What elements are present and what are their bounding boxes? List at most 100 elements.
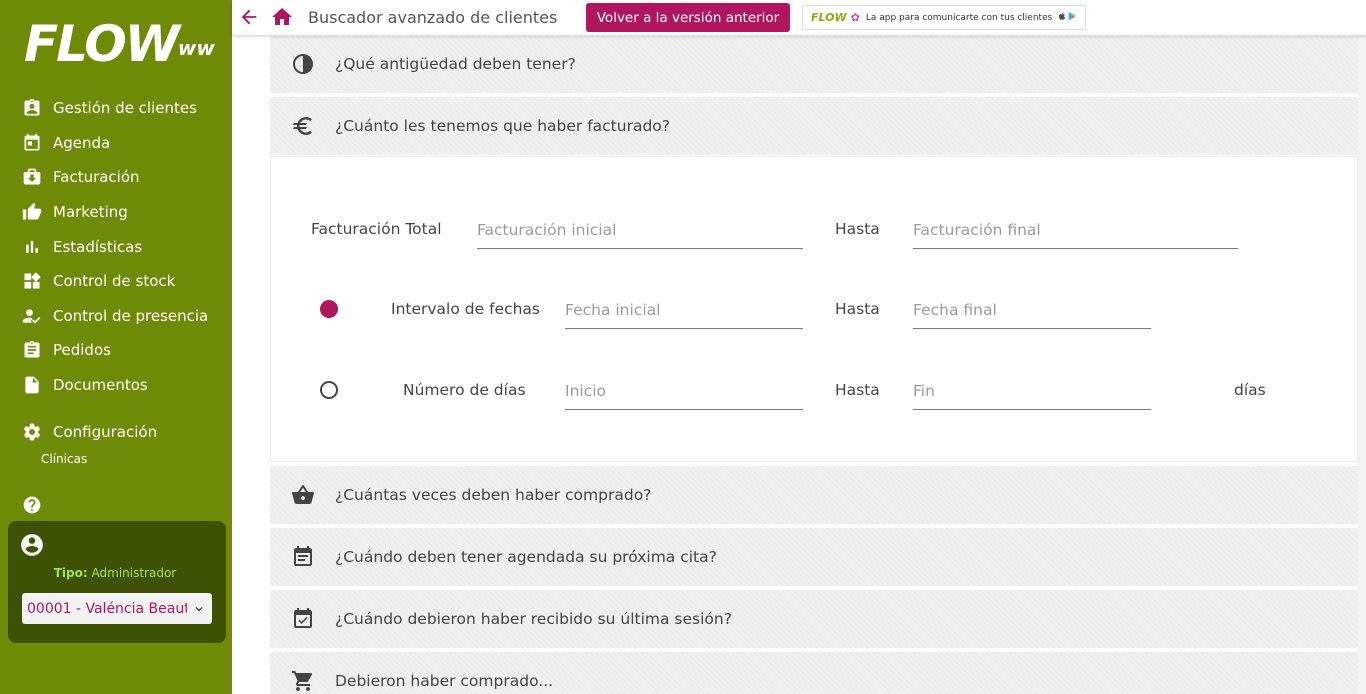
back-button[interactable] [238,6,260,28]
sidebar-item-marketing[interactable]: Marketing [0,195,232,230]
banner-text: La app para comunicarte con tus clientes [865,12,1053,23]
interval-to-field[interactable] [913,293,1151,329]
topbar: Buscador avanzado de clientes Volver a l… [232,0,1366,36]
section-title: ¿Cuánto les tenemos que haber facturado? [335,117,671,135]
banner-logo: FLOW [811,11,847,24]
sidebar-item-label: Pedidos [53,341,111,360]
avatar[interactable] [19,532,45,558]
chevron-down-icon [192,601,206,615]
home-button[interactable] [270,5,294,29]
banner-deco-icon: ✿ [850,11,860,24]
sidebar-item-facturacion[interactable]: Facturación [0,160,232,195]
interval-to-input[interactable] [913,293,1151,327]
clinic-select[interactable]: 00001 - Valéncia Beauty [22,593,212,624]
sidebar-item-label: Documentos [53,376,148,395]
sidebar-item-control-stock[interactable]: Control de stock [0,264,232,299]
sidebar: FLOWww Gestión de clientes Agenda Factur… [0,0,232,694]
sidebar-nav: Gestión de clientes Agenda Facturación M… [0,91,232,402]
main-content: ¿Qué antigüedad deben tener? ¿Cuánto les… [232,35,1366,694]
interval-from-input[interactable] [565,293,803,327]
hasta-label: Hasta [835,300,880,318]
sidebar-item-estadisticas[interactable]: Estadísticas [0,229,232,264]
days-label: Número de días [403,381,526,399]
section-antiguedad[interactable]: ¿Qué antigüedad deben tener? [270,35,1358,93]
event-note-icon [290,544,316,570]
section-comprado[interactable]: Debieron haber comprado... [270,652,1358,694]
section-title: ¿Cuántas veces deben haber comprado? [335,486,652,504]
interval-from-field[interactable] [565,293,803,329]
hasta-label: Hasta [835,220,880,238]
bar-chart-icon [26,240,38,253]
calendar-icon [24,133,40,151]
days-from-field[interactable] [565,374,803,410]
store-icons [1057,11,1077,24]
sidebar-subitem-clinicas[interactable]: Clínicas [41,452,87,466]
sidebar-item-pedidos[interactable]: Pedidos [0,333,232,368]
sidebar-config: Configuración [0,415,232,450]
person-check-icon [22,309,41,324]
sidebar-item-label: Estadísticas [53,237,143,256]
stock-grid-icon [24,272,41,289]
basket-icon [290,482,316,508]
scrollbar[interactable] [1358,36,1366,694]
total-to-field[interactable] [913,213,1238,249]
help-icon [23,496,41,514]
section-title: Debieron haber comprado... [335,672,554,690]
days-to-field[interactable] [913,374,1151,410]
total-from-field[interactable] [477,213,803,249]
user-type: Tipo: Administrador [53,566,177,580]
section-title: ¿Qué antigüedad deben tener? [335,55,576,73]
total-label: Facturación Total [311,220,442,238]
days-radio[interactable] [320,381,338,399]
sidebar-item-label: Control de presencia [53,306,209,325]
hasta-label: Hasta [835,381,880,399]
section-proxima[interactable]: ¿Cuándo deben tener agendada su próxima … [270,528,1358,586]
apple-icon [1057,11,1067,24]
section-title: ¿Cuándo debieron haber recibido su últim… [335,610,732,628]
home-icon [272,8,292,25]
section-title: ¿Cuándo deben tener agendada su próxima … [335,548,717,566]
sidebar-item-documentos[interactable]: Documentos [0,368,232,403]
gear-icon [23,423,41,441]
sidebar-item-label: Facturación [53,168,140,187]
section-facturado[interactable]: ¿Cuánto les tenemos que haber facturado? [270,97,1358,155]
previous-version-button[interactable]: Volver a la versión anterior [586,3,790,32]
clipboard-icon [24,341,40,358]
user-card: Tipo: Administrador 00001 - Valéncia Bea… [8,521,226,643]
days-unit-label: días [1234,381,1266,399]
total-from-input[interactable] [477,213,803,247]
sidebar-item-label: Gestión de clientes [53,99,197,118]
sidebar-item-label: Configuración [53,423,158,442]
event-available-icon [290,606,316,632]
sidebar-item-gestion-clientes[interactable]: Gestión de clientes [0,91,232,126]
clinic-select-value: 00001 - Valéncia Beauty [27,600,187,617]
account-circle-icon [21,534,43,556]
sidebar-item-label: Marketing [53,203,128,222]
days-to-input[interactable] [913,374,1151,408]
sidebar-item-agenda[interactable]: Agenda [0,126,232,161]
section-ultima[interactable]: ¿Cuándo debieron haber recibido su últim… [270,590,1358,648]
section-veces[interactable]: ¿Cuántas veces deben haber comprado? [270,466,1358,524]
interval-radio[interactable] [320,300,338,318]
days-from-input[interactable] [565,374,803,408]
app-logo[interactable]: FLOWww [24,16,215,72]
sidebar-item-control-presencia[interactable]: Control de presencia [0,299,232,334]
arrow-back-icon [241,9,257,25]
cart-icon [290,668,316,694]
facturacion-panel: Facturación Total Hasta Intervalo de fec… [270,156,1358,462]
sidebar-item-label: Control de stock [53,272,176,291]
app-banner[interactable]: FLOW ✿ La app para comunicarte con tus c… [802,5,1086,30]
invoice-box-icon [23,169,41,185]
client-card-icon [24,99,40,116]
sidebar-item-label: Agenda [53,133,111,152]
interval-label: Intervalo de fechas [391,300,540,318]
play-store-icon [1067,11,1077,24]
sidebar-item-configuracion[interactable]: Configuración [0,415,232,450]
document-icon [25,376,39,394]
help-button[interactable] [22,495,42,515]
total-to-input[interactable] [913,213,1238,247]
euro-icon [290,113,316,139]
contrast-clock-icon [290,51,316,77]
thumbs-up-icon [22,202,42,220]
page-title: Buscador avanzado de clientes [308,8,558,27]
